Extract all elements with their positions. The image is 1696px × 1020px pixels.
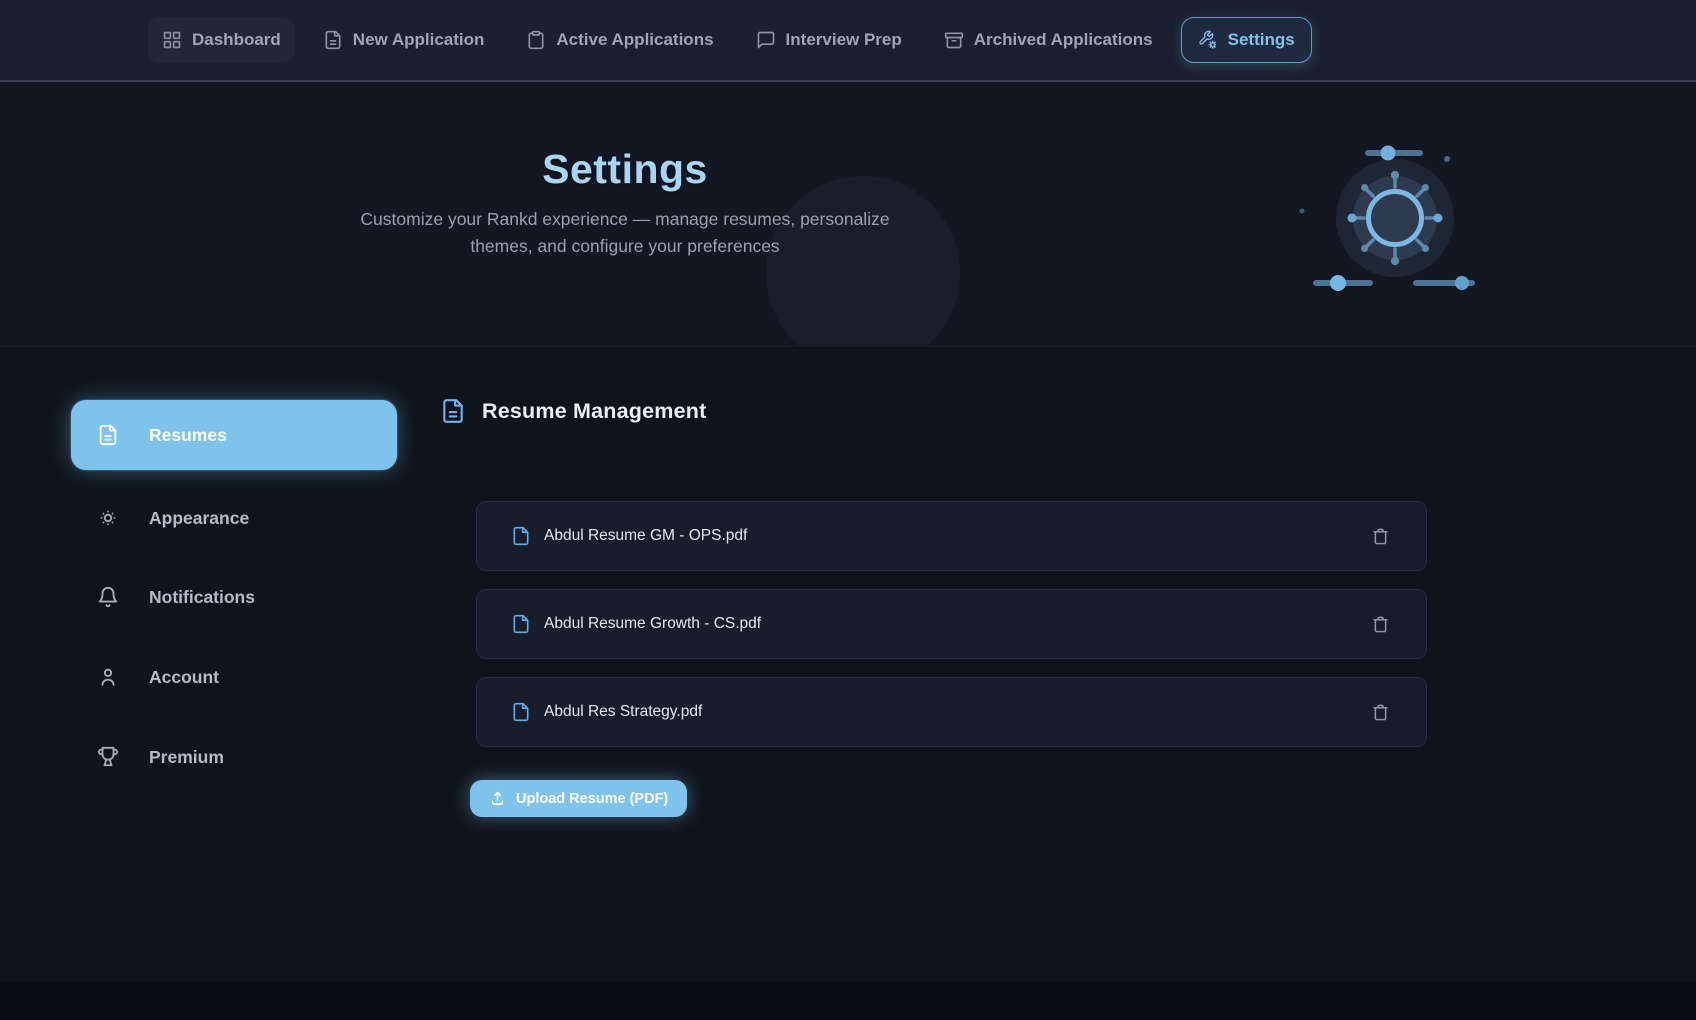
nav-item-label: Settings: [1228, 30, 1295, 50]
delete-resume-button[interactable]: [1362, 606, 1398, 642]
file-text-icon: [323, 30, 343, 50]
archive-icon: [944, 30, 964, 50]
delete-resume-button[interactable]: [1362, 518, 1398, 554]
nav-item-archived-applications[interactable]: Archived Applications: [930, 18, 1167, 62]
upload-resume-button[interactable]: Upload Resume (PDF): [470, 780, 687, 817]
sidebar-item-label: Premium: [149, 747, 224, 768]
section-title: Resume Management: [482, 399, 706, 424]
file-icon: [511, 614, 531, 634]
hero-banner: Settings Customize your Rankd experience…: [0, 82, 1696, 346]
trash-icon: [1371, 703, 1390, 722]
sun-icon: [97, 507, 119, 529]
upload-button-label: Upload Resume (PDF): [516, 791, 668, 807]
wrench-gear-icon: [1198, 30, 1218, 50]
hero-text: Settings Customize your Rankd experience…: [335, 146, 915, 259]
nav-item-label: New Application: [353, 30, 485, 50]
nav-item-interview-prep[interactable]: Interview Prep: [742, 18, 916, 62]
sidebar-item-label: Appearance: [149, 508, 249, 529]
nav-item-label: Interview Prep: [786, 30, 902, 50]
page-title: Settings: [335, 146, 915, 193]
sidebar-item-notifications[interactable]: Notifications: [71, 575, 397, 619]
bell-icon: [97, 586, 119, 608]
sidebar-item-label: Resumes: [149, 425, 227, 446]
nav-item-active-applications[interactable]: Active Applications: [512, 18, 727, 62]
resume-row[interactable]: Abdul Res Strategy.pdf: [476, 677, 1427, 747]
sidebar-item-premium[interactable]: Premium: [71, 735, 397, 779]
sidebar-item-appearance[interactable]: Appearance: [71, 496, 397, 540]
nav-item-dashboard[interactable]: Dashboard: [148, 18, 295, 62]
trash-icon: [1371, 527, 1390, 546]
upload-icon: [489, 790, 506, 807]
bottom-strip: [0, 981, 1696, 1020]
nav-item-label: Archived Applications: [974, 30, 1153, 50]
nav-item-settings[interactable]: Settings: [1181, 17, 1312, 63]
nav-item-label: Dashboard: [192, 30, 281, 50]
app-window: Dashboard New Application Active Applica…: [0, 0, 1696, 1020]
file-icon: [511, 702, 531, 722]
settings-content: Resumes Appearance Notifications Account: [0, 346, 1696, 1020]
resume-file-name: Abdul Resume Growth - CS.pdf: [544, 615, 761, 633]
resume-file-name: Abdul Res Strategy.pdf: [544, 703, 702, 721]
grid-icon: [162, 30, 182, 50]
trash-icon: [1371, 615, 1390, 634]
sidebar-item-label: Notifications: [149, 587, 255, 608]
chat-icon: [756, 30, 776, 50]
sidebar-item-label: Account: [149, 667, 219, 688]
sidebar-item-account[interactable]: Account: [71, 655, 397, 699]
resume-row[interactable]: Abdul Resume GM - OPS.pdf: [476, 501, 1427, 571]
resume-management-header: Resume Management: [440, 398, 706, 424]
sidebar-item-resumes[interactable]: Resumes: [71, 400, 397, 470]
file-icon: [511, 526, 531, 546]
clipboard-icon: [526, 30, 546, 50]
resume-row[interactable]: Abdul Resume Growth - CS.pdf: [476, 589, 1427, 659]
file-text-icon: [440, 398, 466, 424]
page-subtitle: Customize your Rankd experience — manage…: [345, 206, 905, 259]
delete-resume-button[interactable]: [1362, 694, 1398, 730]
trophy-icon: [97, 746, 119, 768]
nav-item-new-application[interactable]: New Application: [309, 18, 499, 62]
settings-gear-illustration: [1280, 118, 1490, 298]
resume-file-name: Abdul Resume GM - OPS.pdf: [544, 527, 747, 545]
nav-item-label: Active Applications: [556, 30, 713, 50]
file-text-icon: [97, 424, 119, 446]
top-nav: Dashboard New Application Active Applica…: [0, 0, 1696, 82]
user-icon: [97, 666, 119, 688]
